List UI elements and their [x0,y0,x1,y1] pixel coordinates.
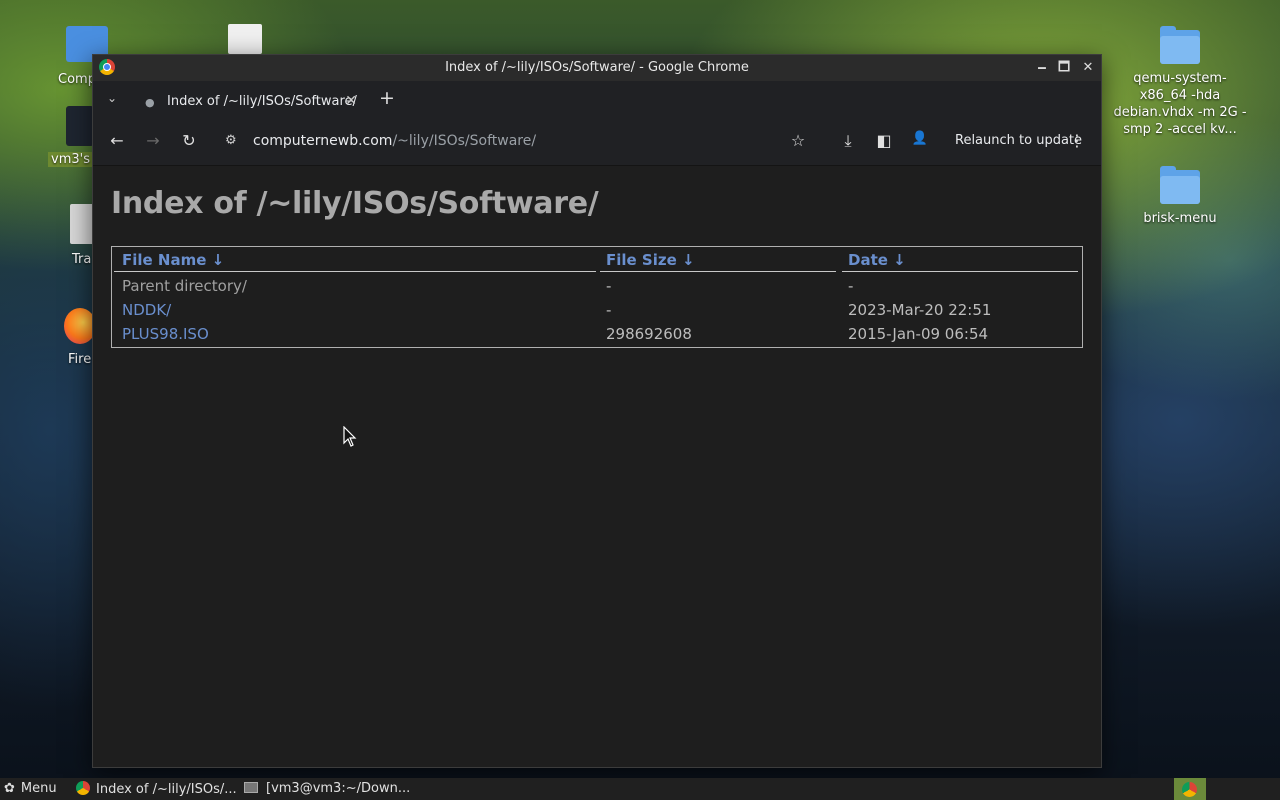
taskbar-chrome-label: Index of /~lily/ISOs/... [96,782,237,797]
reload-button[interactable]: ↻ [179,131,199,150]
file-size-cell: - [606,277,612,295]
browser-toolbar: ← → ↻ ⚙ computernewb.com/~lily/ISOs/Soft… [93,117,1101,166]
maximize-button[interactable]: 🗖 [1055,59,1073,77]
url-text[interactable]: computernewb.com/~lily/ISOs/Software/ [253,133,536,149]
file-date-cell: - [848,277,854,295]
tray-chrome-button[interactable] [1174,778,1206,800]
header-divider [842,271,1078,272]
minimize-button[interactable]: 🗕 [1033,59,1051,77]
column-header-file-name[interactable]: File Name ↓ [122,251,224,269]
file-link-nddk[interactable]: NDDK/ [122,301,171,319]
menu-icon: ✿ [4,781,15,796]
file-date-cell: 2023-Mar-20 22:51 [848,301,992,319]
bookmark-star-icon[interactable]: ☆ [788,131,808,150]
chrome-menu-icon[interactable]: ⋮ [1067,131,1087,150]
forward-button[interactable]: → [143,131,163,150]
page-content: Index of /~lily/ISOs/Software/ File Name… [93,166,1101,767]
globe-icon: ● [145,96,155,109]
taskbar: ✿ Menu Index of /~lily/ISOs/... [vm3@vm3:… [0,778,1280,800]
mouse-cursor-icon [343,426,357,447]
header-divider [600,271,836,272]
window-titlebar[interactable]: Index of /~lily/ISOs/Software/ - Google … [93,55,1101,81]
taskbar-item-terminal[interactable]: [vm3@vm3:~/Down... [244,781,410,796]
tab-active[interactable]: ● Index of /~lily/ISOs/Software/ ✕ [137,87,365,117]
menu-button[interactable]: ✿ Menu [4,781,57,796]
file-listing-table: File Name ↓ File Size ↓ Date ↓ Parent di… [111,246,1083,348]
file-link-plus98-iso[interactable]: PLUS98.ISO [122,325,209,343]
url-path: /~lily/ISOs/Software/ [392,133,537,149]
url-host: computernewb.com [253,133,393,149]
chrome-icon [76,781,90,795]
desktop-icon-file[interactable] [228,24,262,54]
back-button[interactable]: ← [107,131,127,150]
close-window-button[interactable]: ✕ [1079,59,1097,77]
file-link-parent-directory[interactable]: Parent directory/ [122,277,247,295]
desktop-label-brisk-menu: brisk-menu [1143,211,1217,226]
desktop-label-firefox: Fire [68,352,92,367]
relaunch-to-update-button[interactable]: Relaunch to update [955,133,1082,148]
header-divider [114,271,596,272]
column-header-file-size[interactable]: File Size ↓ [606,251,695,269]
file-date-cell: 2015-Jan-09 06:54 [848,325,989,343]
chrome-icon [1182,782,1197,797]
desktop-icon-qemu-folder[interactable]: qemu-system-x86_64 -hda debian.vhdx -m 2… [1110,26,1250,138]
side-panel-icon[interactable]: ◧ [874,131,894,150]
desktop-label-computer: Comp [58,72,96,87]
terminal-icon [244,782,258,793]
tab-close-icon[interactable]: ✕ [345,93,357,109]
tab-search-button[interactable]: ⌄ [107,91,117,105]
chrome-window: Index of /~lily/ISOs/Software/ - Google … [92,54,1102,768]
address-bar[interactable]: ⚙ computernewb.com/~lily/ISOs/Software/ [217,127,807,157]
file-size-cell: - [606,301,612,319]
site-info-icon[interactable]: ⚙ [225,133,237,148]
desktop-label-trash: Tra [72,252,92,267]
page-title: Index of /~lily/ISOs/Software/ [111,186,599,221]
desktop-icon-trash[interactable] [70,204,94,244]
new-tab-button[interactable]: + [379,87,395,109]
folder-icon [1160,26,1200,66]
profile-icon[interactable]: 👤 [910,131,930,146]
folder-icon [1160,166,1200,206]
taskbar-item-chrome[interactable]: Index of /~lily/ISOs/... [76,781,237,797]
column-header-date[interactable]: Date ↓ [848,251,906,269]
desktop-label-vm3-home: vm3's [48,152,93,167]
tab-strip: ⌄ ● Index of /~lily/ISOs/Software/ ✕ + [93,81,1101,117]
window-title: Index of /~lily/ISOs/Software/ - Google … [445,60,749,75]
taskbar-terminal-label: [vm3@vm3:~/Down... [266,781,411,796]
desktop-label-qemu: qemu-system-x86_64 -hda debian.vhdx -m 2… [1113,71,1247,137]
file-size-cell: 298692608 [606,325,692,343]
desktop-icon-home[interactable] [66,106,94,146]
desktop-icon-brisk-menu[interactable]: brisk-menu [1110,166,1250,227]
tab-title: Index of /~lily/ISOs/Software/ [167,94,357,109]
download-icon[interactable]: ⤓ [838,131,858,151]
menu-label: Menu [20,781,57,796]
